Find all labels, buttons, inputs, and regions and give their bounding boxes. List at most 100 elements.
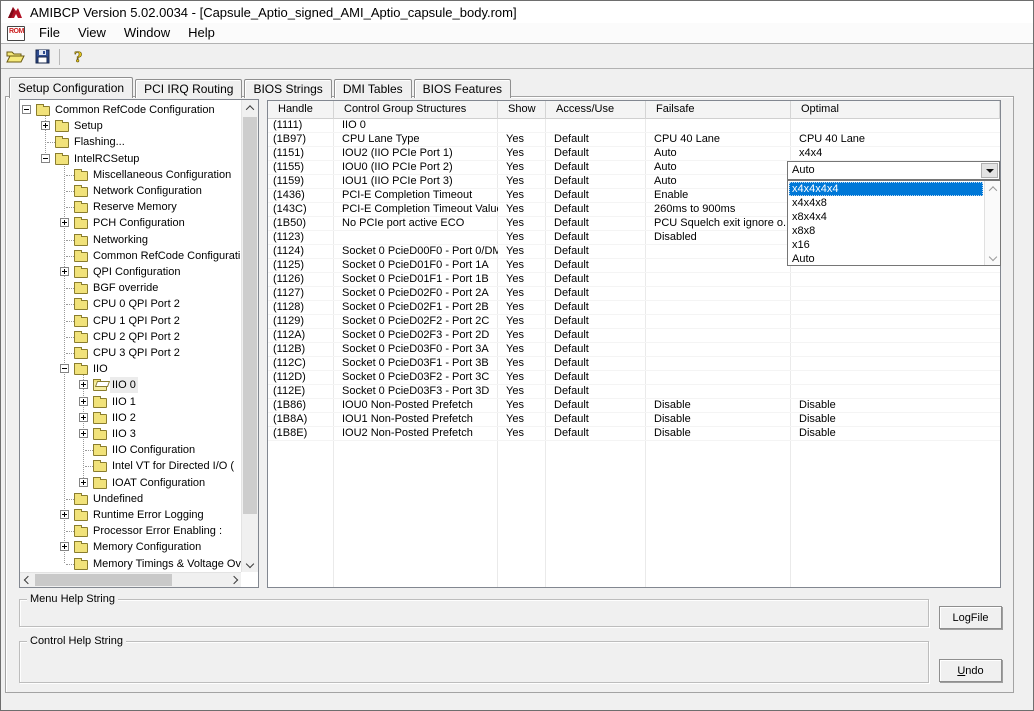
table-row[interactable]: (1B8E)IOU2 Non-Posted PrefetchYesDefault… — [268, 427, 1000, 441]
table-row[interactable]: (1126)Socket 0 PcieD01F1 - Port 1BYesDef… — [268, 273, 1000, 287]
document-rom-icon[interactable]: ROM — [7, 26, 25, 41]
tree-vertical-scrollbar[interactable] — [241, 100, 258, 572]
column-header-failsafe[interactable]: Failsafe — [646, 101, 791, 119]
tree-item-cpu-2-qpi-port-2[interactable]: CPU 2 QPI Port 2 — [20, 329, 241, 345]
table-row[interactable]: (1B97)CPU Lane TypeYesDefaultCPU 40 Lane… — [268, 133, 1000, 147]
table-row[interactable]: (112E)Socket 0 PcieD03F3 - Port 3DYesDef… — [268, 385, 1000, 399]
tree-item-setup[interactable]: Setup — [20, 118, 241, 134]
tree-item-iio-1[interactable]: IIO 1 — [20, 394, 241, 410]
tree-item-intel-vt-for-directed-i-o[interactable]: Intel VT for Directed I/O ( — [20, 458, 241, 474]
expand-toggle-icon[interactable] — [60, 542, 69, 551]
collapse-toggle-icon[interactable] — [60, 364, 69, 373]
table-row[interactable]: (112B)Socket 0 PcieD03F0 - Port 3AYesDef… — [268, 343, 1000, 357]
tree-item-pch-configuration[interactable]: PCH Configuration — [20, 215, 241, 231]
tree-item-iio-configuration[interactable]: IIO Configuration — [20, 442, 241, 458]
tree-item-networking[interactable]: Networking — [20, 232, 241, 248]
scroll-down-icon[interactable] — [242, 556, 258, 572]
tree-item-bgf-override[interactable]: BGF override — [20, 280, 241, 296]
table-row[interactable]: (112C)Socket 0 PcieD03F1 - Port 3BYesDef… — [268, 357, 1000, 371]
tree-item-cpu-0-qpi-port-2[interactable]: CPU 0 QPI Port 2 — [20, 296, 241, 312]
expand-toggle-icon[interactable] — [79, 397, 88, 406]
collapse-toggle-icon[interactable] — [22, 105, 31, 114]
tree-item-label: Common RefCode Configuration — [53, 102, 217, 118]
dropdown-option-auto[interactable]: Auto — [789, 252, 983, 266]
tree-item-common-refcode-configuration[interactable]: Common RefCode Configuration — [20, 102, 241, 118]
dropdown-option-x8x4x4[interactable]: x8x4x4 — [789, 210, 983, 224]
tree-hscroll-thumb[interactable] — [35, 574, 172, 586]
tree-item-runtime-error-logging[interactable]: Runtime Error Logging — [20, 507, 241, 523]
tree-item-iio-3[interactable]: IIO 3 — [20, 426, 241, 442]
tab-dmi-tables[interactable]: DMI Tables — [334, 79, 412, 98]
table-row[interactable]: (1B8A)IOU1 Non-Posted PrefetchYesDefault… — [268, 413, 1000, 427]
tree-item-intelrcsetup[interactable]: IntelRCSetup — [20, 151, 241, 167]
tree-item-ioat-configuration[interactable]: IOAT Configuration — [20, 475, 241, 491]
column-header-show[interactable]: Show — [498, 101, 546, 119]
tree-item-iio[interactable]: IIO — [20, 361, 241, 377]
expand-toggle-icon[interactable] — [60, 218, 69, 227]
tree-item-miscellaneous-configuration[interactable]: Miscellaneous Configuration — [20, 167, 241, 183]
menu-help[interactable]: Help — [179, 23, 224, 42]
collapse-toggle-icon[interactable] — [41, 154, 50, 163]
table-row[interactable]: (1B86)IOU0 Non-Posted PrefetchYesDefault… — [268, 399, 1000, 413]
dropdown-scroll-up-icon[interactable] — [985, 181, 1000, 197]
tree-item-common-refcode-configurati[interactable]: Common RefCode Configurati — [20, 248, 241, 264]
tree-item-cpu-1-qpi-port-2[interactable]: CPU 1 QPI Port 2 — [20, 313, 241, 329]
column-header-optimal[interactable]: Optimal — [791, 101, 1000, 119]
tree-item-qpi-configuration[interactable]: QPI Configuration — [20, 264, 241, 280]
expand-toggle-icon[interactable] — [60, 510, 69, 519]
expand-toggle-icon[interactable] — [79, 380, 88, 389]
column-header-access-use[interactable]: Access/Use — [546, 101, 646, 119]
menu-file[interactable]: File — [30, 23, 69, 42]
tree-item-cpu-3-qpi-port-2[interactable]: CPU 3 QPI Port 2 — [20, 345, 241, 361]
table-row[interactable]: (112D)Socket 0 PcieD03F2 - Port 3CYesDef… — [268, 371, 1000, 385]
tab-bios-features[interactable]: BIOS Features — [414, 79, 511, 98]
table-row[interactable]: (1128)Socket 0 PcieD02F1 - Port 2BYesDef… — [268, 301, 1000, 315]
tab-setup-configuration[interactable]: Setup Configuration — [9, 77, 133, 98]
expand-toggle-icon[interactable] — [79, 478, 88, 487]
tab-bios-strings[interactable]: BIOS Strings — [244, 79, 331, 98]
dropdown-option-x8x8[interactable]: x8x8 — [789, 224, 983, 238]
table-row[interactable]: (1127)Socket 0 PcieD02F0 - Port 2AYesDef… — [268, 287, 1000, 301]
tree-horizontal-scrollbar[interactable] — [20, 572, 241, 587]
tree-item-network-configuration[interactable]: Network Configuration — [20, 183, 241, 199]
scroll-up-icon[interactable] — [242, 100, 258, 116]
logfile-button[interactable]: LogFile — [939, 606, 1002, 629]
tree-item-iio-0[interactable]: IIO 0 — [20, 377, 241, 393]
column-header-handle[interactable]: Handle — [268, 101, 334, 119]
dropdown-scroll-down-icon[interactable] — [985, 249, 1000, 265]
table-cell-handle: (1129) — [268, 315, 334, 329]
tree-item-memory-configuration[interactable]: Memory Configuration — [20, 539, 241, 555]
tree-item-iio-2[interactable]: IIO 2 — [20, 410, 241, 426]
table-row[interactable]: (1129)Socket 0 PcieD02F2 - Port 2CYesDef… — [268, 315, 1000, 329]
tree-item-memory-timings-voltage-ov[interactable]: Memory Timings & Voltage Ov — [20, 556, 241, 572]
menu-window[interactable]: Window — [115, 23, 179, 42]
dropdown-scrollbar[interactable] — [984, 181, 1000, 265]
table-row[interactable]: (1151)IOU2 (IIO PCIe Port 1)YesDefaultAu… — [268, 147, 1000, 161]
expand-toggle-icon[interactable] — [79, 429, 88, 438]
combobox-dropdown-button[interactable] — [981, 163, 998, 178]
tree-item-undefined[interactable]: Undefined — [20, 491, 241, 507]
open-file-button[interactable] — [3, 46, 28, 68]
table-row[interactable]: (1111)IIO 0 — [268, 119, 1000, 133]
menu-view[interactable]: View — [69, 23, 115, 42]
tree-item-flashing[interactable]: Flashing... — [20, 134, 241, 150]
tree-item-reserve-memory[interactable]: Reserve Memory — [20, 199, 241, 215]
column-header-control-group-structures[interactable]: Control Group Structures — [334, 101, 498, 119]
optimal-combobox[interactable]: Auto — [787, 161, 1000, 180]
tree-item-processor-error-enabling[interactable]: Processor Error Enabling : — [20, 523, 241, 539]
scroll-left-icon[interactable] — [20, 573, 35, 587]
help-button[interactable]: ? — [66, 46, 91, 68]
scroll-right-icon[interactable] — [226, 573, 241, 587]
expand-toggle-icon[interactable] — [79, 413, 88, 422]
folder-icon — [74, 349, 88, 359]
tab-pci-irq-routing[interactable]: PCI IRQ Routing — [135, 79, 242, 98]
table-row[interactable]: (112A)Socket 0 PcieD02F3 - Port 2DYesDef… — [268, 329, 1000, 343]
undo-button[interactable]: Undo — [939, 659, 1002, 682]
dropdown-option-x4x4x4x4[interactable]: x4x4x4x4 — [789, 182, 983, 196]
expand-toggle-icon[interactable] — [60, 267, 69, 276]
dropdown-option-x4x4x8[interactable]: x4x4x8 — [789, 196, 983, 210]
expand-toggle-icon[interactable] — [41, 121, 50, 130]
save-button[interactable] — [30, 46, 55, 68]
dropdown-option-x16[interactable]: x16 — [789, 238, 983, 252]
tree-vscroll-thumb[interactable] — [243, 117, 257, 514]
